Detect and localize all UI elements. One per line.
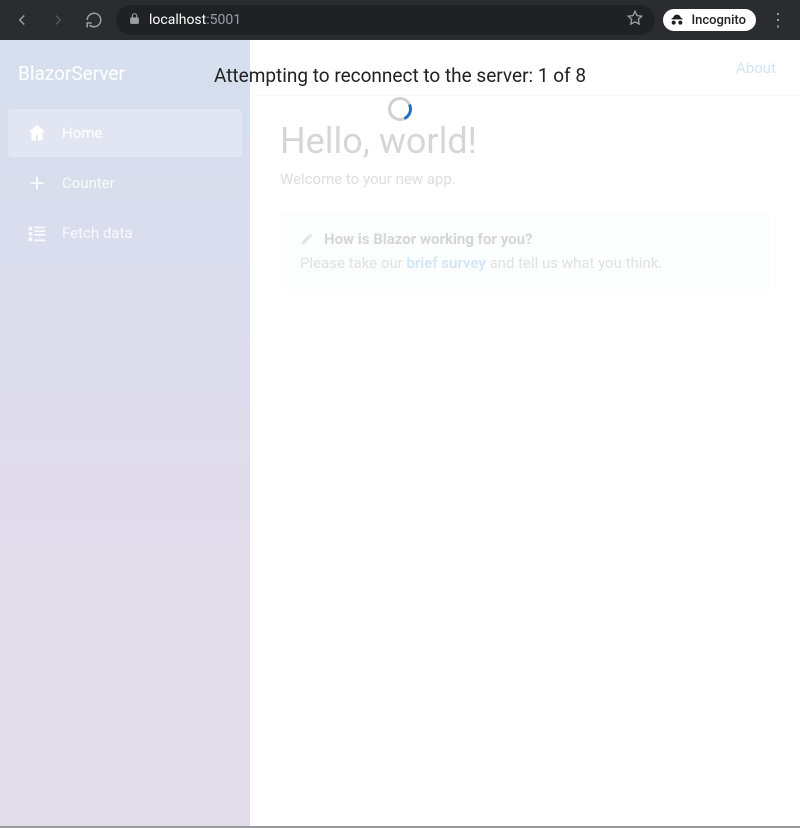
back-button[interactable]: [8, 6, 36, 34]
reload-button[interactable]: [80, 6, 108, 34]
page-heading: Hello, world!: [280, 120, 770, 162]
sidebar: BlazorServer Home Counter Fetch data: [0, 40, 250, 826]
app-area: BlazorServer Home Counter Fetch data Abo…: [0, 40, 800, 828]
address-bar[interactable]: localhost:5001: [116, 5, 655, 35]
sidebar-item-counter[interactable]: Counter: [8, 159, 242, 207]
list-icon: [26, 222, 48, 244]
incognito-label: Incognito: [691, 13, 746, 28]
incognito-icon: [669, 12, 685, 28]
welcome-text: Welcome to your new app.: [280, 170, 770, 188]
page-content: Hello, world! Welcome to your new app. H…: [250, 96, 800, 314]
survey-title: How is Blazor working for you?: [300, 230, 532, 248]
plus-icon: [26, 172, 48, 194]
sidebar-item-label: Home: [62, 124, 102, 142]
sidebar-item-label: Fetch data: [62, 224, 133, 242]
sidebar-item-home[interactable]: Home: [8, 109, 242, 157]
bookmark-star-icon[interactable]: [627, 10, 643, 30]
lock-icon: [128, 12, 141, 29]
url-host: localhost: [149, 12, 206, 28]
top-row: About: [250, 40, 800, 96]
about-link[interactable]: About: [736, 59, 776, 77]
forward-button[interactable]: [44, 6, 72, 34]
survey-text: Please take our brief survey and tell us…: [300, 254, 750, 272]
browser-menu-button[interactable]: ⋮: [764, 10, 792, 31]
app-brand[interactable]: BlazorServer: [0, 48, 250, 107]
url-text: localhost:5001: [149, 12, 241, 28]
home-icon: [26, 122, 48, 144]
sidebar-item-fetch-data[interactable]: Fetch data: [8, 209, 242, 257]
incognito-badge: Incognito: [663, 9, 756, 31]
url-port: :5001: [206, 12, 241, 28]
main-content-area: About Hello, world! Welcome to your new …: [250, 40, 800, 826]
survey-link[interactable]: brief survey: [406, 254, 485, 272]
survey-panel: How is Blazor working for you? Please ta…: [280, 212, 770, 290]
pencil-icon: [300, 232, 314, 246]
browser-chrome: localhost:5001 Incognito ⋮: [0, 0, 800, 40]
sidebar-item-label: Counter: [62, 174, 115, 192]
